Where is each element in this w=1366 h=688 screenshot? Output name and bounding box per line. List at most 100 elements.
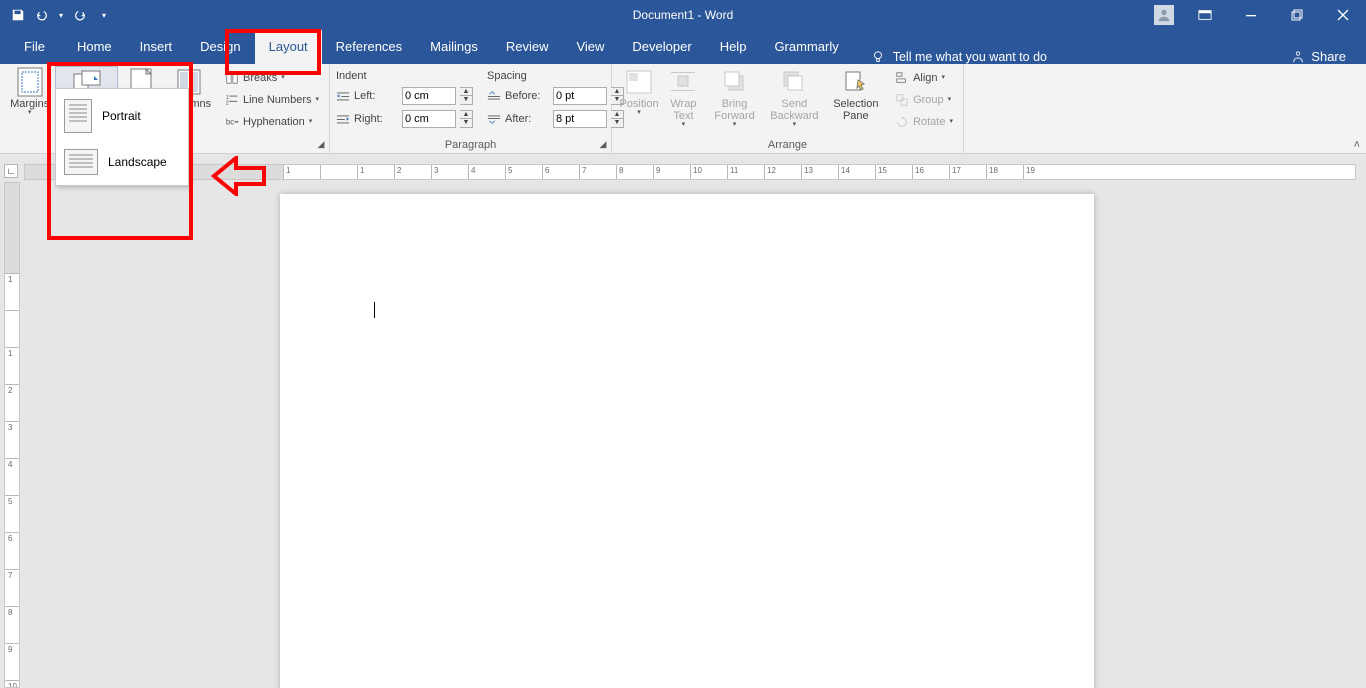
group-obj-label: Group	[913, 94, 944, 106]
ribbon-tabs: File Home Insert Design Layout Reference…	[0, 30, 1366, 64]
tell-me-label: Tell me what you want to do	[893, 50, 1047, 64]
hyphenation-label: Hyphenation	[243, 116, 305, 128]
hyphenation-icon: bc	[225, 115, 239, 129]
landscape-icon	[64, 149, 98, 175]
minimize-button[interactable]	[1228, 0, 1274, 30]
indent-right-input[interactable]	[402, 110, 456, 128]
share-icon	[1291, 50, 1305, 64]
indent-left-input[interactable]	[402, 87, 456, 105]
bring-forward-label: Bring Forward	[713, 98, 756, 122]
redo-button[interactable]	[70, 5, 90, 25]
spacing-heading: Spacing	[487, 70, 624, 82]
group-icon	[895, 93, 909, 107]
group-paragraph-label: Paragraph	[336, 137, 605, 153]
group-arrange-label: Arrange	[618, 137, 957, 153]
paragraph-launcher[interactable]: ◢	[597, 138, 609, 150]
tab-references[interactable]: References	[322, 30, 416, 64]
tab-mailings[interactable]: Mailings	[416, 30, 492, 64]
tab-grammarly[interactable]: Grammarly	[760, 30, 852, 64]
tab-insert[interactable]: Insert	[126, 30, 187, 64]
quick-access-toolbar: ▾ ▾	[0, 5, 114, 25]
title-bar: ▾ ▾ Document1 - Word	[0, 0, 1366, 30]
breaks-icon	[225, 71, 239, 85]
svg-text:2: 2	[226, 100, 229, 106]
send-backward-icon	[782, 70, 806, 94]
spacing-after-input[interactable]	[553, 110, 607, 128]
lightbulb-icon	[871, 50, 885, 64]
page-setup-launcher[interactable]: ◢	[315, 138, 327, 150]
svg-text:bc: bc	[226, 118, 234, 127]
group-obj-button[interactable]: Group▾	[891, 90, 957, 110]
document-title: Document1 - Word	[633, 8, 733, 22]
horizontal-ruler[interactable]: 112345678910111213141516171819	[24, 164, 1356, 180]
tell-me-search[interactable]: Tell me what you want to do	[871, 50, 1047, 64]
close-button[interactable]	[1320, 0, 1366, 30]
position-button[interactable]: Position▾	[618, 66, 660, 122]
tab-file[interactable]: File	[6, 30, 63, 64]
line-numbers-button[interactable]: 12 Line Numbers▾	[221, 90, 323, 110]
spacing-before-icon	[487, 90, 501, 102]
maximize-button[interactable]	[1274, 0, 1320, 30]
wrap-text-label: Wrap Text	[668, 98, 699, 122]
rotate-label: Rotate	[913, 116, 945, 128]
indent-right-label: Right:	[354, 113, 398, 125]
titlebar-right	[1146, 0, 1366, 30]
selection-pane-label: Selection Pane	[833, 98, 879, 122]
tab-home[interactable]: Home	[63, 30, 126, 64]
ribbon-display-options[interactable]	[1182, 0, 1228, 30]
bring-forward-icon	[723, 70, 747, 94]
save-button[interactable]	[8, 5, 28, 25]
align-label: Align	[913, 72, 937, 84]
rotate-button[interactable]: Rotate▾	[891, 112, 957, 132]
landscape-label: Landscape	[108, 155, 167, 169]
align-icon	[895, 71, 909, 85]
margins-button[interactable]: Margins▾	[6, 66, 53, 122]
indent-right-spinner[interactable]: ▲▼	[460, 110, 473, 128]
tab-help[interactable]: Help	[706, 30, 761, 64]
indent-left-spinner[interactable]: ▲▼	[460, 87, 473, 105]
orientation-landscape-item[interactable]: Landscape	[58, 141, 186, 183]
line-numbers-icon: 12	[225, 93, 239, 107]
vertical-ruler[interactable]: 112345678910	[4, 182, 20, 688]
tab-review[interactable]: Review	[492, 30, 563, 64]
undo-more-icon[interactable]: ▾	[56, 5, 66, 25]
orientation-portrait-item[interactable]: Portrait	[58, 91, 186, 141]
breaks-button[interactable]: Breaks▾	[221, 68, 323, 88]
portrait-icon	[64, 99, 92, 133]
group-arrange: Position▾ Wrap Text▾ Bring Forward▾ Send…	[612, 64, 964, 153]
tab-layout[interactable]: Layout	[255, 30, 322, 64]
bring-forward-button[interactable]: Bring Forward▾	[707, 66, 762, 128]
customize-qat-icon[interactable]: ▾	[94, 5, 114, 25]
undo-button[interactable]	[32, 5, 52, 25]
document-area: ∟ 112345678910111213141516171819 1123456…	[0, 154, 1366, 688]
tab-design[interactable]: Design	[186, 30, 254, 64]
group-paragraph: Indent Left: ▲▼ Right: ▲▼ Spacing	[330, 64, 612, 153]
document-page[interactable]	[280, 194, 1094, 688]
text-cursor	[374, 302, 375, 318]
line-numbers-label: Line Numbers	[243, 94, 311, 106]
share-button[interactable]: Share	[1291, 49, 1360, 64]
spacing-after-label: After:	[505, 113, 549, 125]
spacing-before-label: Before:	[505, 90, 549, 102]
user-avatar[interactable]	[1154, 5, 1174, 25]
ribbon: Margins▾ Orientation▾ Size▾ Columns▾ Bre…	[0, 64, 1366, 154]
collapse-ribbon-button[interactable]: ˄	[1354, 139, 1360, 151]
wrap-text-button[interactable]: Wrap Text▾	[662, 66, 705, 128]
selection-pane-icon	[844, 70, 868, 94]
spacing-before-input[interactable]	[553, 87, 607, 105]
spacing-after-icon	[487, 113, 501, 125]
selection-pane-button[interactable]: Selection Pane	[827, 66, 885, 122]
align-button[interactable]: Align▾	[891, 68, 957, 88]
rotate-icon	[895, 115, 909, 129]
tab-developer[interactable]: Developer	[618, 30, 705, 64]
tab-view[interactable]: View	[562, 30, 618, 64]
send-backward-button[interactable]: Send Backward▾	[764, 66, 824, 128]
share-label: Share	[1311, 49, 1346, 64]
indent-heading: Indent	[336, 70, 473, 82]
tab-stop-selector[interactable]: ∟	[4, 164, 18, 178]
wrap-text-icon	[670, 70, 696, 94]
hyphenation-button[interactable]: bc Hyphenation▾	[221, 112, 323, 132]
portrait-label: Portrait	[102, 109, 141, 123]
indent-left-label: Left:	[354, 90, 398, 102]
breaks-label: Breaks	[243, 72, 277, 84]
